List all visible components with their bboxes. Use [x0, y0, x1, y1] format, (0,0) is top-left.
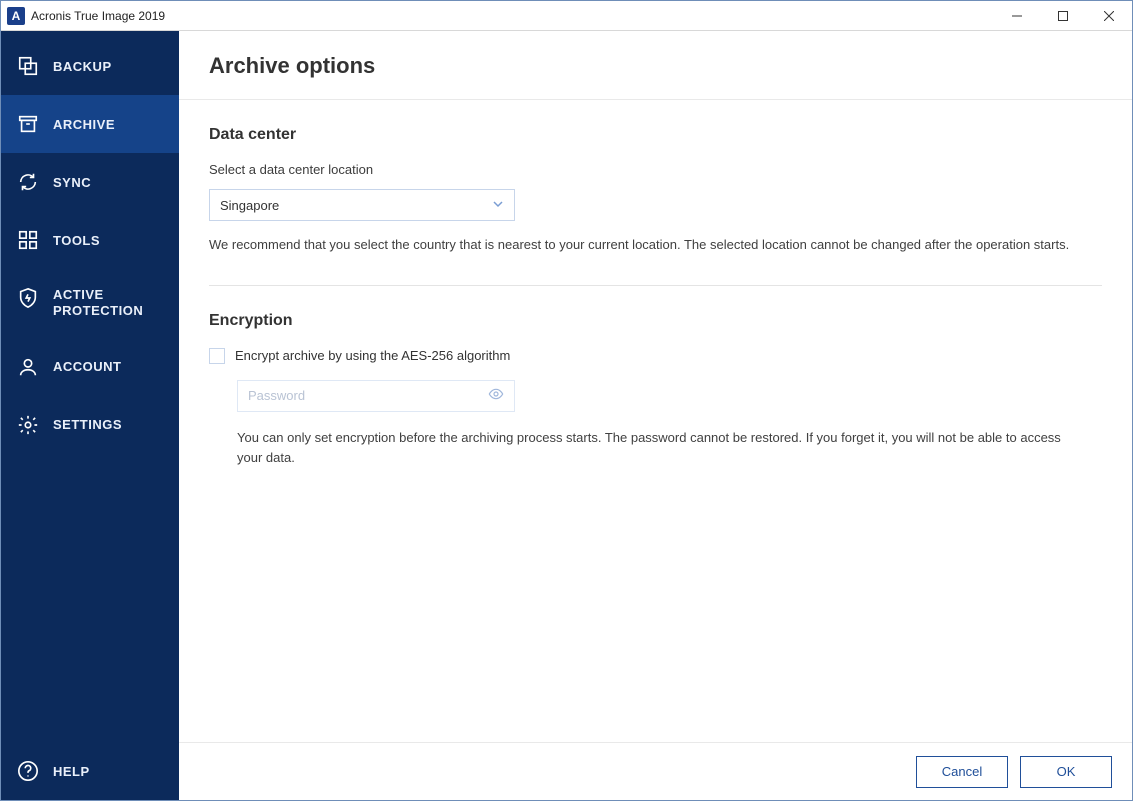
- section-divider: [209, 285, 1102, 286]
- sidebar-item-label: SYNC: [53, 175, 91, 190]
- sidebar-item-archive[interactable]: ARCHIVE: [1, 95, 179, 153]
- sidebar-item-label: TOOLS: [53, 233, 100, 248]
- sidebar-item-label: BACKUP: [53, 59, 112, 74]
- cancel-button[interactable]: Cancel: [916, 756, 1008, 788]
- sidebar: BACKUP ARCHIVE: [1, 31, 179, 800]
- app-window: A Acronis True Image 2019 BACKUP: [0, 0, 1133, 801]
- eye-icon[interactable]: [488, 386, 504, 405]
- sidebar-item-tools[interactable]: TOOLS: [1, 211, 179, 269]
- backup-icon: [17, 55, 39, 77]
- footer: Cancel OK: [179, 742, 1132, 800]
- archive-icon: [17, 113, 39, 135]
- maximize-button[interactable]: [1040, 1, 1086, 31]
- account-icon: [17, 356, 39, 378]
- sidebar-item-sync[interactable]: SYNC: [1, 153, 179, 211]
- help-icon: [17, 760, 39, 782]
- chevron-down-icon: [492, 198, 504, 213]
- password-input[interactable]: Password: [237, 380, 515, 412]
- app-icon: A: [7, 7, 25, 25]
- shield-icon: [17, 287, 39, 309]
- titlebar: A Acronis True Image 2019: [1, 1, 1132, 31]
- window-title: Acronis True Image 2019: [31, 9, 994, 23]
- main-header: Archive options: [179, 31, 1132, 100]
- sidebar-item-label: SETTINGS: [53, 417, 122, 432]
- encrypt-checkbox-label: Encrypt archive by using the AES-256 alg…: [235, 348, 510, 363]
- sidebar-item-label: HELP: [53, 764, 90, 779]
- data-center-recommend-text: We recommend that you select the country…: [209, 235, 1089, 255]
- encrypt-checkbox-row[interactable]: Encrypt archive by using the AES-256 alg…: [209, 348, 1102, 364]
- sidebar-item-label: ARCHIVE: [53, 117, 115, 132]
- main-content: Data center Select a data center locatio…: [179, 100, 1132, 742]
- data-center-selected-value: Singapore: [220, 198, 279, 213]
- main-panel: Archive options Data center Select a dat…: [179, 31, 1132, 800]
- encryption-note: You can only set encryption before the a…: [237, 428, 1077, 468]
- sidebar-item-label: ACCOUNT: [53, 359, 122, 374]
- minimize-button[interactable]: [994, 1, 1040, 31]
- data-center-heading: Data center: [209, 126, 1102, 144]
- sidebar-item-backup[interactable]: BACKUP: [1, 37, 179, 95]
- data-center-select[interactable]: Singapore: [209, 189, 515, 221]
- gear-icon: [17, 414, 39, 436]
- sidebar-item-settings[interactable]: SETTINGS: [1, 396, 179, 454]
- ok-button[interactable]: OK: [1020, 756, 1112, 788]
- data-center-select-label: Select a data center location: [209, 162, 1102, 177]
- encrypt-checkbox[interactable]: [209, 348, 225, 364]
- sidebar-item-label: ACTIVEPROTECTION: [53, 287, 143, 320]
- sidebar-item-account[interactable]: ACCOUNT: [1, 338, 179, 396]
- password-placeholder: Password: [248, 388, 305, 403]
- tools-icon: [17, 229, 39, 251]
- page-title: Archive options: [209, 53, 1102, 79]
- close-button[interactable]: [1086, 1, 1132, 31]
- encryption-heading: Encryption: [209, 312, 1102, 330]
- sidebar-item-help[interactable]: HELP: [1, 742, 179, 800]
- sync-icon: [17, 171, 39, 193]
- sidebar-item-active-protection[interactable]: ACTIVEPROTECTION: [1, 269, 179, 338]
